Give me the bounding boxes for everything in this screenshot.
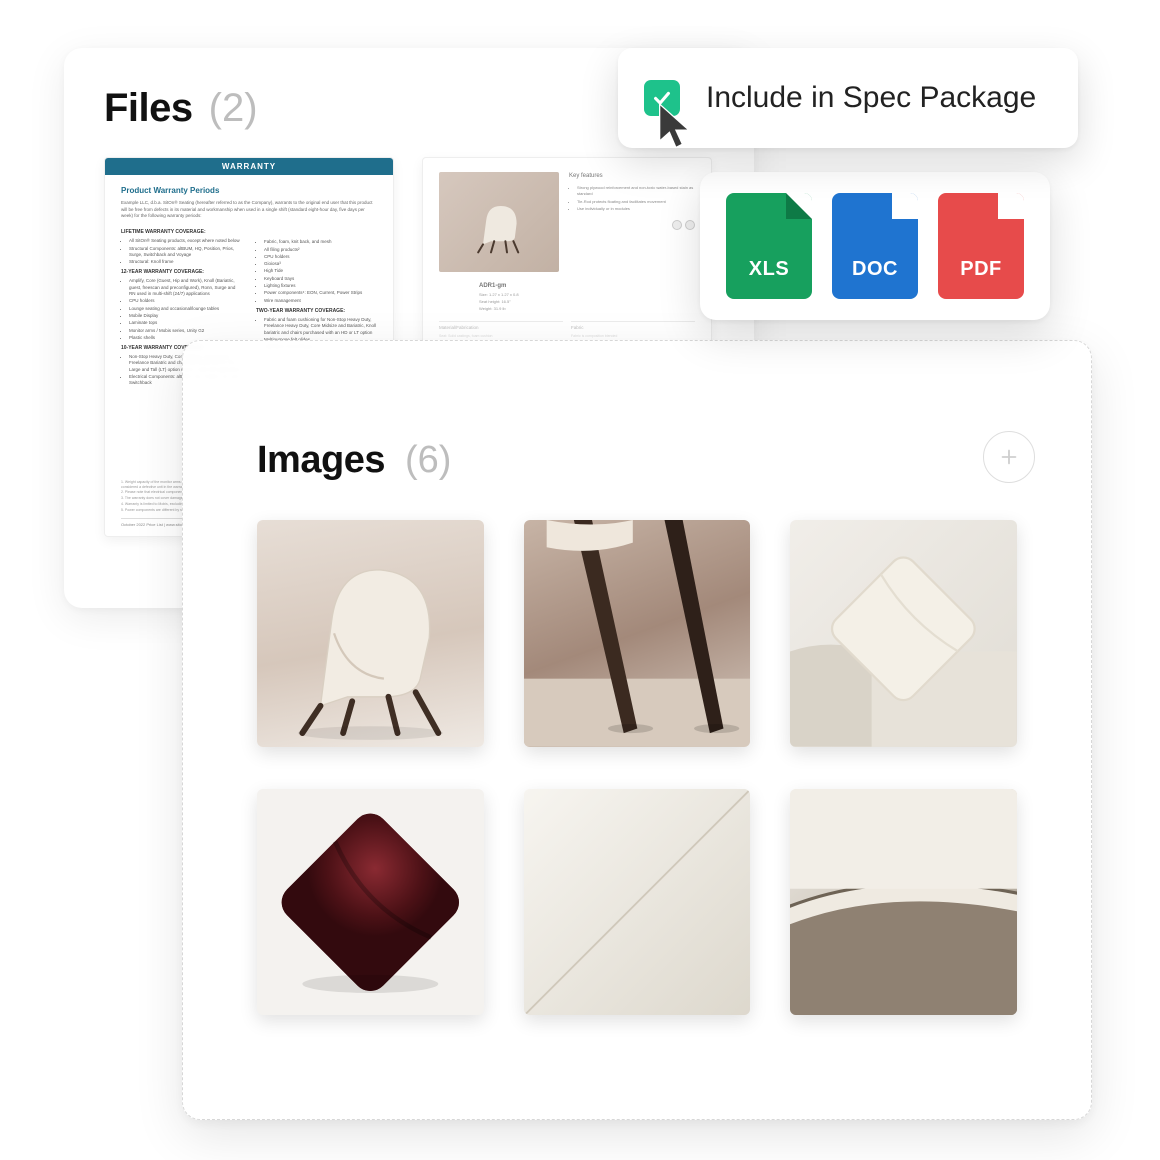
export-popover: XLS DOC PDF xyxy=(700,172,1050,320)
doc-label: DOC xyxy=(832,258,918,281)
spec-cert-icons xyxy=(569,220,695,230)
export-doc[interactable]: DOC xyxy=(832,193,918,299)
image-tile-pillow-dark[interactable] xyxy=(257,789,484,1016)
warranty-item: Laminate tops xyxy=(129,320,242,326)
image-tile-chair-leg-detail[interactable] xyxy=(524,520,751,747)
add-image-button[interactable] xyxy=(983,431,1035,483)
warranty-item: All filing products² xyxy=(264,247,377,253)
image-tile-armrest-detail[interactable] xyxy=(790,789,1017,1016)
include-checkbox[interactable] xyxy=(644,80,680,116)
warranty-item: Amplify, Core (Guest, Hip and Work), Kno… xyxy=(129,278,242,297)
leather-texture-icon xyxy=(524,789,751,1016)
pillow-icon xyxy=(790,520,1017,747)
files-title: Files xyxy=(104,86,193,131)
spec-feature: Use individually or in modules xyxy=(577,206,695,212)
warranty-heading: Product Warranty Periods xyxy=(121,185,377,196)
plus-icon xyxy=(998,446,1020,468)
spec-package-popover: Include in Spec Package xyxy=(618,48,1078,148)
images-card: Images (6) xyxy=(182,340,1092,1120)
xls-label: XLS xyxy=(726,258,812,281)
image-tile-chair-front[interactable] xyxy=(257,520,484,747)
warranty-item: High Tide xyxy=(264,268,377,274)
warranty-item: CPU holders xyxy=(264,254,377,260)
warranty-item: Lighting fixtures xyxy=(264,283,377,289)
images-header: Images (6) xyxy=(257,439,1017,482)
warranty-item: Fabric, foam, knit back, and mesh xyxy=(264,239,377,245)
spec-product-image xyxy=(439,172,559,272)
warranty-item: Structural Components: altBUM, HQ, Posit… xyxy=(129,246,242,259)
warranty-sub-2yr: TWO-YEAR WARRANTY COVERAGE: xyxy=(256,308,377,315)
warranty-item: CPU holders xyxy=(129,298,242,304)
warranty-item: Gioiosa³ xyxy=(264,261,377,267)
spec-meta: ADR1-gm Size: 1.27 x 1.27 x 0.8 Seat hei… xyxy=(479,282,695,311)
images-count: (6) xyxy=(405,439,451,482)
warranty-item: Lounge seating and occasional/lounge tab… xyxy=(129,306,242,312)
chair-leg-icon xyxy=(524,520,751,747)
warranty-item: Monitor arms / Mobis series, Unity G2 xyxy=(129,328,242,334)
warranty-sub-12yr: 12-YEAR WARRANTY COVERAGE: xyxy=(121,269,242,276)
images-title: Images xyxy=(257,439,385,482)
export-xls[interactable]: XLS xyxy=(726,193,812,299)
warranty-title-bar: WARRANTY xyxy=(105,158,393,175)
image-tile-leather-stitch[interactable] xyxy=(524,789,751,1016)
warranty-item: Mobile Display xyxy=(129,313,242,319)
warranty-item: Power components⁴: EON, Current, Power S… xyxy=(264,290,377,296)
warranty-item: Structural: Knoll frame xyxy=(129,259,242,265)
spec-feature: Strong plywood reinforcement and non-tox… xyxy=(577,185,695,196)
warranty-item: Fabric and foam cushioning for Non-Stop … xyxy=(264,317,377,336)
warranty-intro: Example LLC, d.b.a. SitOn® Seating (here… xyxy=(121,200,377,219)
include-label: Include in Spec Package xyxy=(706,81,1036,115)
warranty-item: All SitOn® Seating products, except wher… xyxy=(129,238,242,244)
spec-feature: Tie-Rod protects floating and facilitate… xyxy=(577,199,695,205)
armrest-icon xyxy=(790,789,1017,1016)
files-count: (2) xyxy=(209,86,258,131)
images-grid xyxy=(257,520,1017,1015)
warranty-sub-lifetime: LIFETIME WARRANTY COVERAGE: xyxy=(121,229,242,236)
warranty-item: Wire management xyxy=(264,298,377,304)
pillow-dark-icon xyxy=(257,789,484,1016)
chair-icon xyxy=(257,520,484,747)
check-icon xyxy=(651,87,673,109)
export-pdf[interactable]: PDF xyxy=(938,193,1024,299)
warranty-item: Keyboard trays xyxy=(264,276,377,282)
spec-features-title: Key features xyxy=(569,172,695,180)
pdf-label: PDF xyxy=(938,258,1024,281)
image-tile-pillow-light[interactable] xyxy=(790,520,1017,747)
